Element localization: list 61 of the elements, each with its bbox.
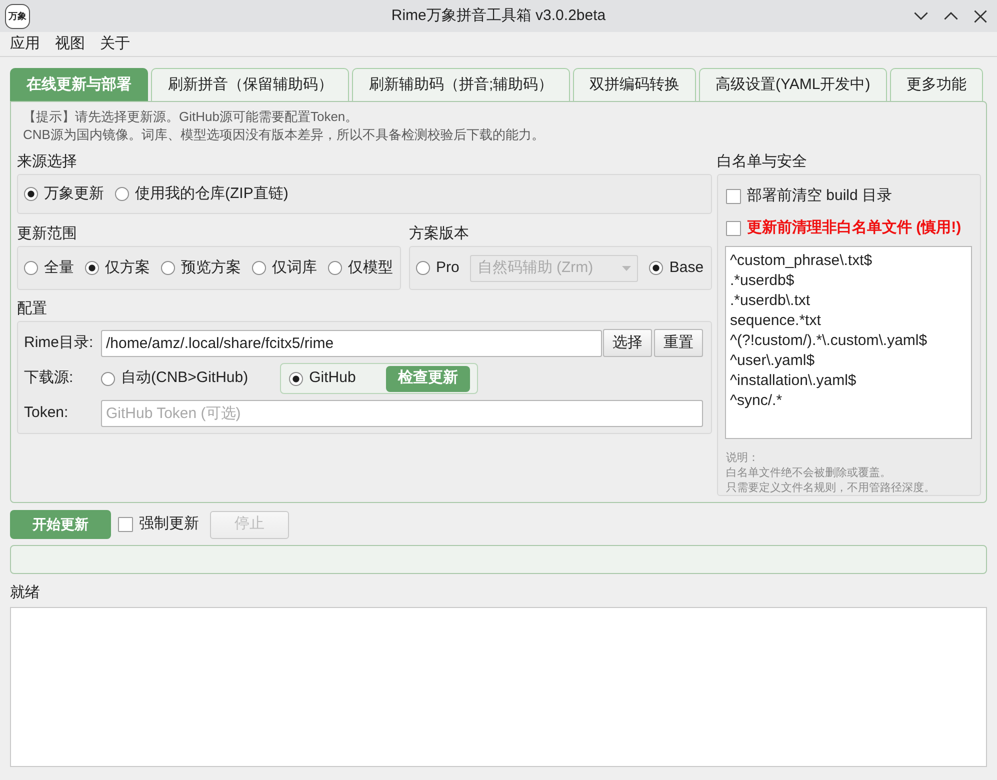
tab[interactable]: 双拼编码转换: [572, 68, 696, 101]
input-field[interactable]: /home/amz/.local/share/fcitx5/rime: [101, 330, 602, 356]
radio-button[interactable]: [416, 261, 430, 275]
text-area[interactable]: ^custom_phrase\.txt$ .*userdb$ .*userdb\.txt sequence.*txt ^(?!custom/).*\.custom\.yaml$ ^user\.yaml$ ^installation\.yaml$ ^sync/.*: [725, 246, 972, 439]
radio-label: 仅方案: [105, 258, 150, 278]
section-title: 配置: [17, 299, 48, 319]
radio-label: Base: [669, 258, 704, 278]
menu-item[interactable]: 关于: [100, 34, 130, 54]
radio-label: Pro: [436, 258, 460, 278]
checkbox-label: 强制更新: [139, 515, 199, 534]
checkbox[interactable]: [726, 220, 741, 236]
radio-button[interactable]: [289, 372, 304, 386]
radio-label: 全量: [44, 258, 74, 278]
section-title: 更新范围: [17, 224, 78, 244]
radio-button[interactable]: [85, 261, 99, 275]
tab[interactable]: 刷新拼音（保留辅助码）: [151, 68, 350, 101]
note-text: 说明：: [726, 450, 760, 466]
field-label: 下载源:: [24, 369, 74, 388]
field-label: Token:: [24, 404, 70, 423]
hint-text: CNB源为国内镜像。词库、模型选项因没有版本差异，所以不具备检测校验后下载的能力。: [22, 126, 546, 144]
checkbox[interactable]: [118, 517, 133, 532]
tab[interactable]: 高级设置(YAML开发中): [698, 68, 887, 101]
button[interactable]: 选择: [603, 329, 652, 357]
hint-text: 【提示】请先选择更新源。GitHub源可能需要配置Token。: [22, 108, 360, 126]
radio-label: GitHub: [309, 369, 356, 388]
radio-button[interactable]: [24, 187, 38, 201]
radio-button[interactable]: [101, 372, 115, 386]
field-label: Rime目录:: [24, 334, 94, 352]
chevron-down-icon[interactable]: [914, 12, 928, 20]
menu-item[interactable]: 视图: [55, 34, 85, 54]
tab[interactable]: 更多功能: [890, 68, 984, 101]
app-logo: 万象: [5, 4, 30, 28]
checkbox-label: 部署前清空 build 目录: [747, 186, 892, 206]
section-title: 来源选择: [17, 152, 78, 172]
section-title: 白名单与安全: [717, 152, 808, 172]
note-text: 只需要定义文件名规则，不用管路径深度。: [726, 480, 936, 496]
radio-button[interactable]: [649, 261, 664, 275]
tab[interactable]: 刷新辅助码（拼音;辅助码）: [352, 68, 570, 101]
radio-button[interactable]: [328, 261, 342, 275]
radio-button[interactable]: [24, 261, 38, 275]
checkbox[interactable]: [726, 188, 741, 204]
menu-item[interactable]: 应用: [10, 34, 40, 54]
radio-label: 使用我的仓库(ZIP直链): [135, 184, 288, 204]
note-text: 白名单文件绝不会被删除或覆盖。: [726, 466, 892, 481]
caret-icon: [622, 266, 632, 270]
radio-label: 自动(CNB>GitHub): [121, 369, 248, 388]
radio-label: 万象更新: [44, 184, 104, 204]
status-text: 就绪: [10, 583, 41, 603]
chevron-up-icon[interactable]: [944, 12, 958, 20]
button[interactable]: 重置: [654, 329, 703, 357]
close-icon[interactable]: [974, 10, 987, 22]
radio-button[interactable]: [161, 261, 175, 275]
window-title: Rime万象拼音工具箱 v3.0.2beta: [391, 6, 606, 26]
radio-label: 仅词库: [272, 258, 317, 278]
radio-label: 预览方案: [181, 258, 241, 278]
section-title: 方案版本: [409, 224, 470, 244]
radio-button[interactable]: [252, 261, 266, 275]
input-field[interactable]: GitHub Token (可选): [101, 400, 703, 427]
radio-label: 仅模型: [348, 258, 393, 278]
radio-button[interactable]: [115, 187, 129, 201]
checkbox-label: 更新前清理非白名单文件 (慎用!): [747, 218, 962, 238]
